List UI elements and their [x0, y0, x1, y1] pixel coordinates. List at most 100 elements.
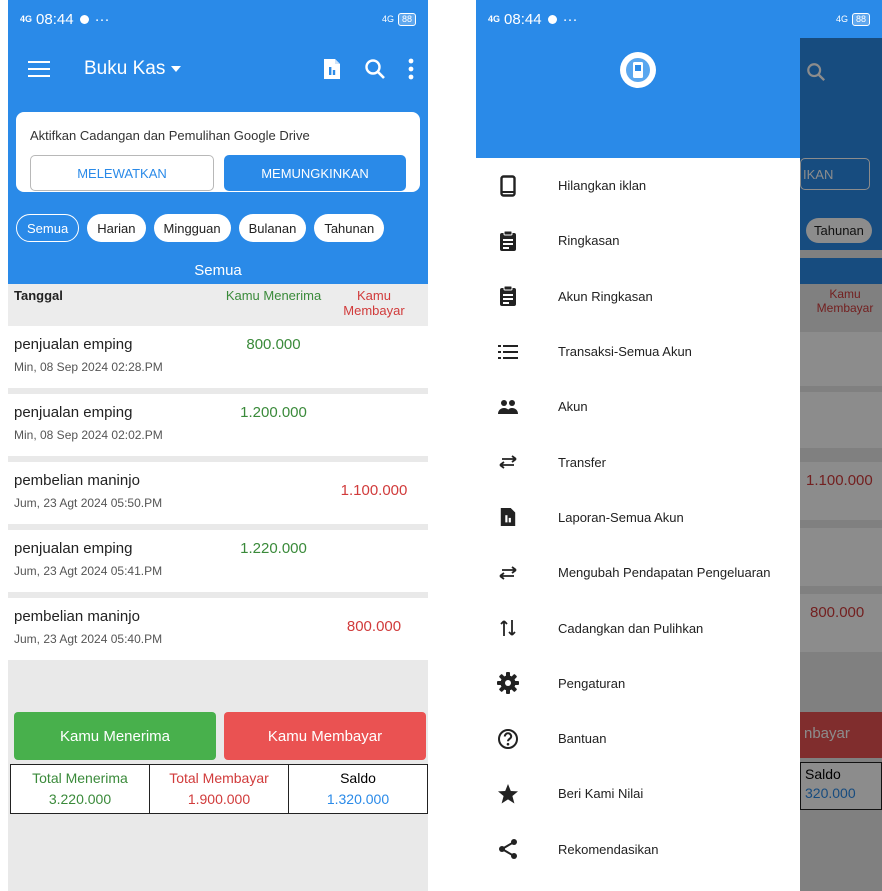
table-row[interactable]: penjualan emping Min, 08 Sep 2024 02:02.P… [8, 394, 428, 456]
menu-icon[interactable] [28, 61, 50, 77]
transaction-expense: 800.000 [346, 618, 402, 635]
drawer-item-label: Transaksi-Semua Akun [558, 344, 692, 360]
bottom-panel: Kamu Menerima Kamu Membayar Total Meneri… [8, 712, 428, 814]
transaction-expense [326, 540, 422, 592]
chip-mingguan[interactable]: Mingguan [153, 214, 231, 242]
drawer-item-label: Hilangkan iklan [558, 178, 647, 194]
filter-chips: Semua Harian Mingguan Bulanan Tahunan [16, 214, 420, 242]
drawer-item-label: Transfer [558, 454, 606, 470]
chip-harian[interactable]: Harian [87, 214, 146, 242]
drawer-item-transfer[interactable]: Transfer [476, 434, 800, 489]
drawer-item-label: Akun [558, 399, 588, 415]
chip-semua[interactable]: Semua [16, 214, 80, 242]
table-row[interactable]: penjualan emping Jum, 23 Agt 2024 05:41.P… [8, 530, 428, 592]
drawer-item-recommend[interactable]: Rekomendasikan [476, 822, 800, 877]
transaction-name: penjualan emping [14, 404, 133, 421]
table-row[interactable]: pembelian maninjo Jum, 23 Agt 2024 05:50.… [8, 462, 428, 524]
transaction-name: pembelian maninjo [14, 472, 140, 489]
clipboard-icon [496, 229, 520, 253]
swap-icon [496, 561, 520, 585]
share-icon [496, 837, 520, 861]
drawer-item-label: Beri Kami Nilai [558, 786, 644, 802]
drawer-item-label: Bantuan [558, 731, 607, 747]
transaction-income [221, 472, 326, 524]
drawer-item-remove-ads[interactable]: Hilangkan iklan [476, 158, 800, 213]
drawer-item-label: Akun Ringkasan [558, 288, 653, 304]
gear-icon [496, 671, 520, 695]
overflow-dots-icon: ··· [94, 10, 110, 28]
pay-button[interactable]: Kamu Membayar [224, 712, 426, 760]
phone-icon [496, 174, 520, 198]
transaction-name: penjualan emping [14, 540, 133, 557]
drawer-item-backup-restore[interactable]: Cadangkan dan Pulihkan [476, 600, 800, 655]
network-indicator-right: 4G [381, 14, 394, 24]
balance-label: Saldo [340, 770, 376, 786]
header-area: Aktifkan Cadangan dan Pemulihan Google D… [8, 100, 428, 256]
status-bar: 4G 08:44 ··· 4G 88 [8, 0, 428, 38]
transaction-list: penjualan emping Min, 08 Sep 2024 02:28.P… [8, 326, 428, 660]
drawer-item-label: Mengubah Pendapatan Pengeluaran [558, 565, 771, 581]
section-header: Semua [8, 256, 428, 284]
drawer-item-summary[interactable]: Ringkasan [476, 213, 800, 268]
chip-tahunan[interactable]: Tahunan [314, 214, 385, 242]
list-icon [496, 340, 520, 364]
battery-icon: 88 [397, 12, 416, 26]
transaction-name: penjualan emping [14, 336, 133, 353]
drawer-item-account-summary[interactable]: Akun Ringkasan [476, 269, 800, 324]
drawer-item-label: Rekomendasikan [558, 841, 659, 857]
skip-button[interactable]: MELEWATKAN [30, 155, 214, 191]
clipboard-icon [496, 284, 520, 308]
transaction-income [221, 608, 326, 660]
totals-table: Total Menerima 3.220.000 Total Membayar … [10, 764, 428, 814]
transaction-income: 1.220.000 [240, 540, 307, 557]
people-icon [496, 395, 520, 419]
page-title: Buku Kas [84, 58, 166, 79]
search-icon[interactable] [364, 58, 386, 80]
drawer-item-change-income-expense[interactable]: Mengubah Pendapatan Pengeluaran [476, 545, 800, 600]
drawer-item-accounts[interactable]: Akun [476, 379, 800, 434]
transaction-date: Jum, 23 Agt 2024 05:40.PM [14, 632, 163, 646]
column-headers: Tanggal Kamu Menerima Kamu Membayar [8, 284, 428, 326]
receive-button[interactable]: Kamu Menerima [14, 712, 216, 760]
table-row[interactable]: pembelian maninjo Jum, 23 Agt 2024 05:40.… [8, 598, 428, 660]
main-screen: 4G 08:44 ··· 4G 88 Buku Kas Aktifkan Cad… [8, 0, 428, 891]
chip-bulanan[interactable]: Bulanan [238, 214, 307, 242]
column-expense: Kamu Membayar [343, 288, 405, 318]
drawer-item-transactions[interactable]: Transaksi-Semua Akun [476, 324, 800, 379]
more-vert-icon[interactable] [408, 58, 414, 80]
drawer-item-rate-us[interactable]: Beri Kami Nilai [476, 766, 800, 821]
transaction-expense [326, 404, 422, 456]
drawer-item-help[interactable]: Bantuan [476, 711, 800, 766]
star-icon [496, 782, 520, 806]
column-date: Tanggal [14, 288, 63, 303]
drawer-item-settings[interactable]: Pengaturan [476, 656, 800, 711]
notification-dot-icon [79, 14, 89, 24]
drawer-item-label: Ringkasan [558, 233, 620, 249]
drawer-menu: Hilangkan iklan Ringkasan Akun Ringkasan… [476, 158, 800, 877]
total-expense-label: Total Membayar [169, 770, 269, 786]
drawer-item-reports[interactable]: Laporan-Semua Akun [476, 490, 800, 545]
transaction-income: 800.000 [246, 336, 301, 353]
status-time: 08:44 [36, 10, 74, 28]
swap-icon [496, 450, 520, 474]
app-bar: Buku Kas [8, 38, 428, 100]
column-income: Kamu Menerima [225, 288, 322, 303]
drawer-screen: 4G 08:44 ··· 4G 88 IKAN Tahunan Kamu Mem… [476, 0, 882, 891]
transaction-name: pembelian maninjo [14, 608, 140, 625]
app-logo-icon [620, 52, 656, 88]
drawer-item-label: Laporan-Semua Akun [558, 509, 684, 525]
total-income-label: Total Menerima [32, 770, 128, 786]
drawer-item-label: Pengaturan [558, 675, 626, 691]
transaction-date: Min, 08 Sep 2024 02:28.PM [14, 360, 163, 374]
enable-button[interactable]: MEMUNGKINKAN [224, 155, 406, 191]
report-icon[interactable] [322, 58, 342, 80]
table-row[interactable]: penjualan emping Min, 08 Sep 2024 02:28.P… [8, 326, 428, 388]
book-selector[interactable]: Buku Kas [84, 58, 182, 80]
transaction-expense: 1.100.000 [340, 482, 408, 499]
transaction-income: 1.200.000 [240, 404, 307, 421]
total-income-cell: Total Menerima 3.220.000 [11, 765, 150, 813]
report-icon [496, 505, 520, 529]
transaction-date: Jum, 23 Agt 2024 05:50.PM [14, 496, 163, 510]
navigation-drawer: Hilangkan iklan Ringkasan Akun Ringkasan… [476, 38, 800, 891]
balance-cell: Saldo 1.320.000 [289, 765, 427, 813]
